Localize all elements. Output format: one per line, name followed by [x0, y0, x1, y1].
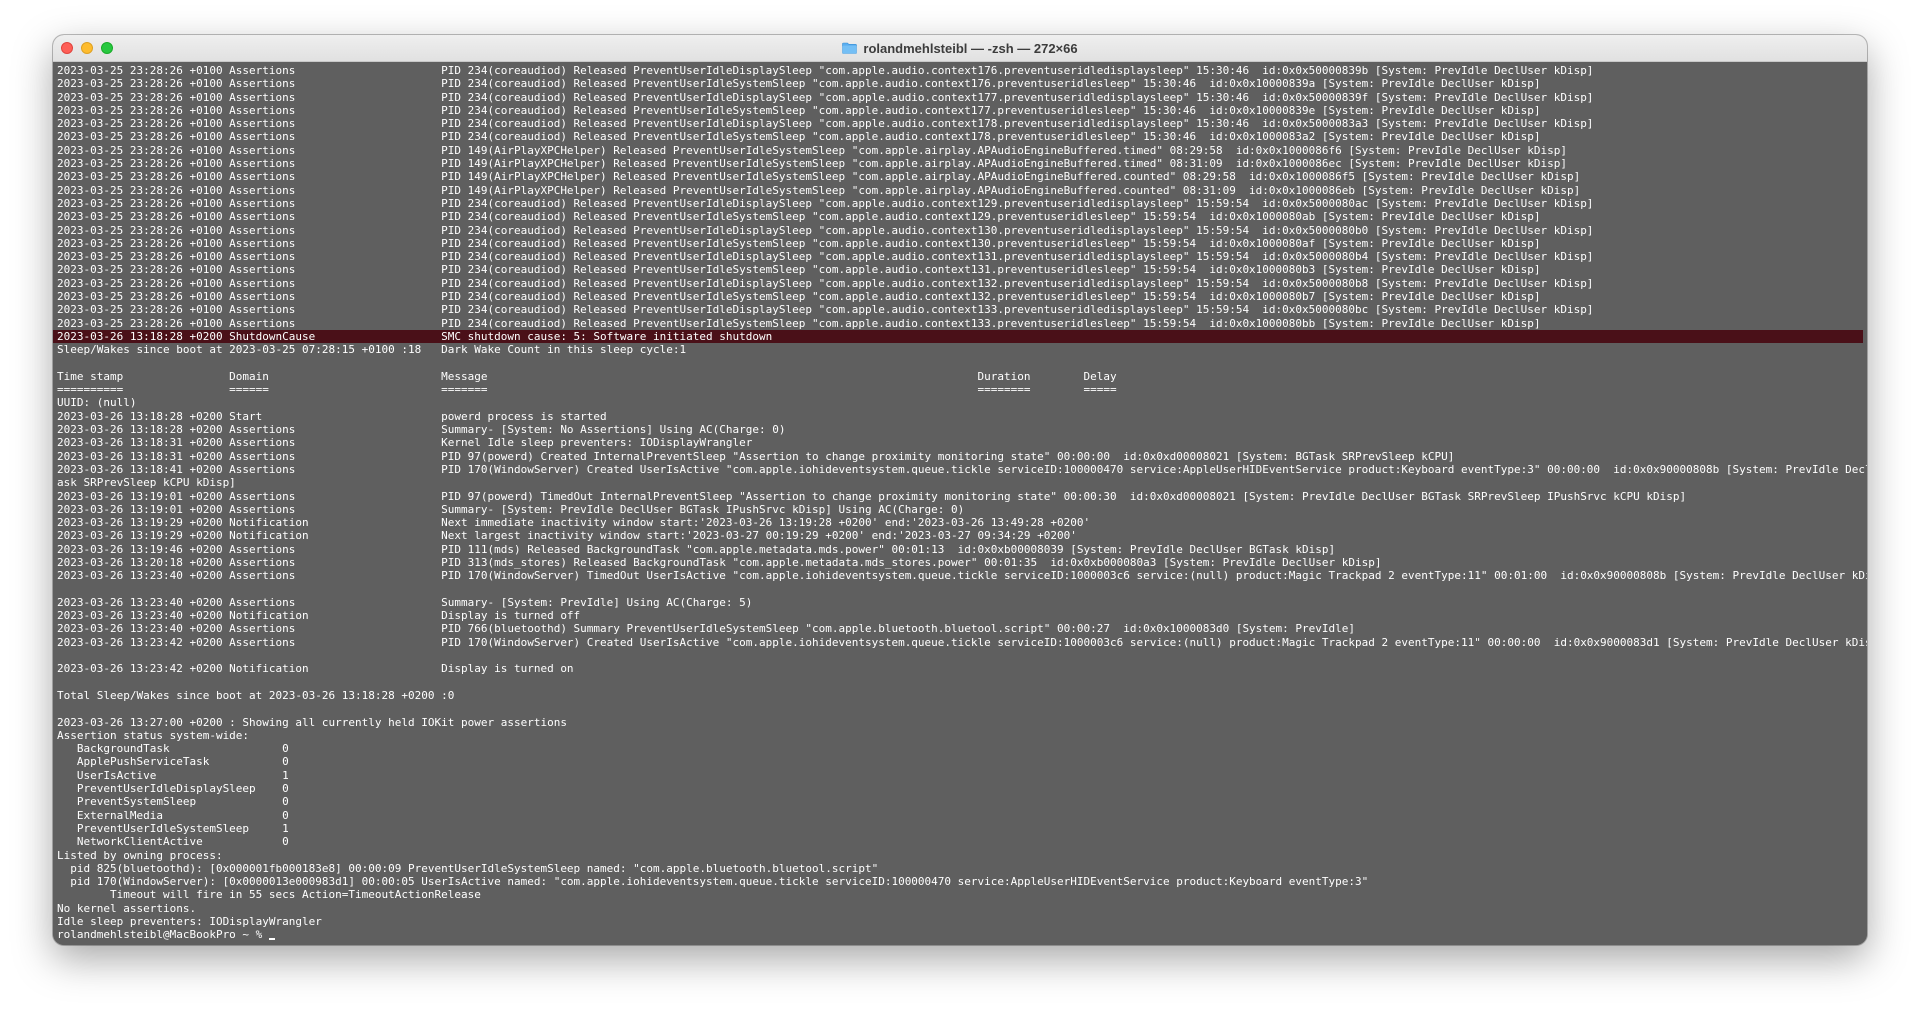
- terminal-line: NetworkClientActive 0: [57, 835, 289, 849]
- terminal-line: 2023-03-26 13:19:29 +0200 Notification N…: [57, 516, 1091, 530]
- terminal-line: 2023-03-26 13:23:40 +0200 Notification D…: [57, 609, 581, 623]
- terminal-line: Timeout will fire in 55 secs Action=Time…: [57, 888, 481, 902]
- terminal-line: 2023-03-25 23:28:26 +0100 Assertions PID…: [57, 210, 1541, 224]
- terminal-output[interactable]: 2023-03-25 23:28:26 +0100 Assertions PID…: [53, 62, 1867, 945]
- terminal-line: 2023-03-25 23:28:26 +0100 Assertions PID…: [57, 196, 1594, 210]
- shell-prompt: rolandmehlsteibl@MacBookPro ~ %: [57, 928, 269, 942]
- folder-icon: [842, 42, 858, 54]
- terminal-line: 2023-03-25 23:28:26 +0100 Assertions PID…: [57, 130, 1541, 144]
- terminal-line: 2023-03-25 23:28:26 +0100 Assertions PID…: [57, 263, 1541, 277]
- terminal-line: 2023-03-26 13:19:01 +0200 Assertions Sum…: [57, 502, 965, 516]
- terminal-line: Idle sleep preventers: IODisplayWrangler: [57, 915, 322, 928]
- terminal-line: 2023-03-25 23:28:26 +0100 Assertions PID…: [57, 77, 1541, 91]
- terminal-line: pid 825(bluetoothd): [0x000001fb000183e8…: [57, 861, 879, 875]
- window-title-text: rolandmehlsteibl — -zsh — 272×66: [863, 40, 1078, 56]
- terminal-line: ========== ====== ======= ======== =====: [57, 383, 1117, 397]
- terminal-line: 2023-03-26 13:27:00 +0200 : Showing all …: [57, 715, 567, 729]
- terminal-line: 2023-03-25 23:28:26 +0100 Assertions PID…: [57, 183, 1581, 197]
- terminal-line: ApplePushServiceTask 0: [57, 755, 289, 769]
- terminal-line: Assertion status system-wide:: [57, 728, 250, 742]
- terminal-line: UUID: (null): [57, 396, 137, 410]
- terminal-line: 2023-03-25 23:28:26 +0100 Assertions PID…: [57, 303, 1594, 317]
- terminal-line: Sleep/Wakes since boot at 2023-03-25 07:…: [57, 343, 687, 357]
- text-cursor: [268, 938, 275, 941]
- terminal-line: 2023-03-26 13:18:31 +0200 Assertions PID…: [57, 449, 1455, 463]
- terminal-line: 2023-03-25 23:28:26 +0100 Assertions PID…: [57, 316, 1541, 330]
- terminal-line: pid 170(WindowServer): [0x0000013e000983…: [57, 875, 1369, 889]
- terminal-line: 2023-03-25 23:28:26 +0100 Assertions PID…: [57, 117, 1594, 131]
- terminal-line: PreventUserIdleSystemSleep 1: [57, 821, 289, 835]
- terminal-line: 2023-03-26 13:19:01 +0200 Assertions PID…: [57, 489, 1687, 503]
- title-bar[interactable]: rolandmehlsteibl — -zsh — 272×66: [53, 35, 1867, 62]
- terminal-line: 2023-03-25 23:28:26 +0100 Assertions PID…: [57, 103, 1541, 117]
- terminal-line: 2023-03-25 23:28:26 +0100 Assertions PID…: [57, 64, 1594, 77]
- window-title: rolandmehlsteibl — -zsh — 272×66: [53, 35, 1867, 61]
- terminal-line: 2023-03-26 13:23:40 +0200 Assertions Sum…: [57, 595, 753, 609]
- terminal-line: 2023-03-26 13:23:42 +0200 Assertions PID…: [57, 635, 1867, 649]
- terminal-line: 2023-03-26 13:20:18 +0200 Assertions PID…: [57, 555, 1382, 569]
- terminal-line: 2023-03-26 13:23:40 +0200 Assertions PID…: [57, 622, 1356, 636]
- terminal-line: 2023-03-25 23:28:26 +0100 Assertions PID…: [57, 290, 1541, 304]
- terminal-line: No kernel assertions.: [57, 901, 197, 915]
- terminal-line: 2023-03-25 23:28:26 +0100 Assertions PID…: [57, 170, 1581, 184]
- terminal-line: 2023-03-26 13:18:31 +0200 Assertions Ker…: [57, 436, 753, 450]
- terminal-line: 2023-03-25 23:28:26 +0100 Assertions PID…: [57, 276, 1594, 290]
- terminal-line: 2023-03-25 23:28:26 +0100 Assertions PID…: [57, 143, 1567, 157]
- terminal-line: 2023-03-26 13:23:40 +0200 Assertions PID…: [57, 569, 1867, 583]
- terminal-line: BackgroundTask 0: [57, 742, 289, 756]
- terminal-line: 2023-03-26 13:19:46 +0200 Assertions PID…: [57, 542, 1336, 556]
- terminal-line: Listed by owning process:: [57, 848, 223, 862]
- terminal-line: 2023-03-25 23:28:26 +0100 Assertions PID…: [57, 223, 1594, 237]
- terminal-line: 2023-03-26 13:18:28 +0200 Start powerd p…: [57, 409, 607, 423]
- terminal-line: ExternalMedia 0: [57, 808, 289, 822]
- terminal-line: 2023-03-26 13:19:29 +0200 Notification N…: [57, 529, 1077, 543]
- terminal-line: Total Sleep/Wakes since boot at 2023-03-…: [57, 688, 455, 702]
- terminal-line: 2023-03-25 23:28:26 +0100 Assertions PID…: [57, 236, 1541, 250]
- terminal-window: rolandmehlsteibl — -zsh — 272×66 2023-03…: [53, 35, 1867, 945]
- terminal-line: 2023-03-26 13:23:42 +0200 Notification D…: [57, 662, 574, 676]
- prompt-line[interactable]: rolandmehlsteibl@MacBookPro ~ %: [57, 928, 1867, 941]
- terminal-line: 2023-03-25 23:28:26 +0100 Assertions PID…: [57, 90, 1594, 104]
- terminal-line: ask SRPrevSleep kCPU kDisp]: [57, 476, 236, 490]
- terminal-line: PreventUserIdleDisplaySleep 0: [57, 782, 289, 796]
- terminal-line: 2023-03-26 13:18:28 +0200 Assertions Sum…: [57, 423, 786, 437]
- highlighted-log-line: 2023-03-26 13:18:28 +0200 ShutdownCause …: [53, 329, 1863, 344]
- terminal-line: 2023-03-25 23:28:26 +0100 Assertions PID…: [57, 157, 1567, 171]
- terminal-line: UserIsActive 1: [57, 768, 289, 782]
- terminal-line: PreventSystemSleep 0: [57, 795, 289, 809]
- terminal-line: 2023-03-26 13:18:41 +0200 Assertions PID…: [57, 462, 1867, 476]
- terminal-line: 2023-03-25 23:28:26 +0100 Assertions PID…: [57, 250, 1594, 264]
- terminal-line: Time stamp Domain Message Duration Delay: [57, 369, 1117, 383]
